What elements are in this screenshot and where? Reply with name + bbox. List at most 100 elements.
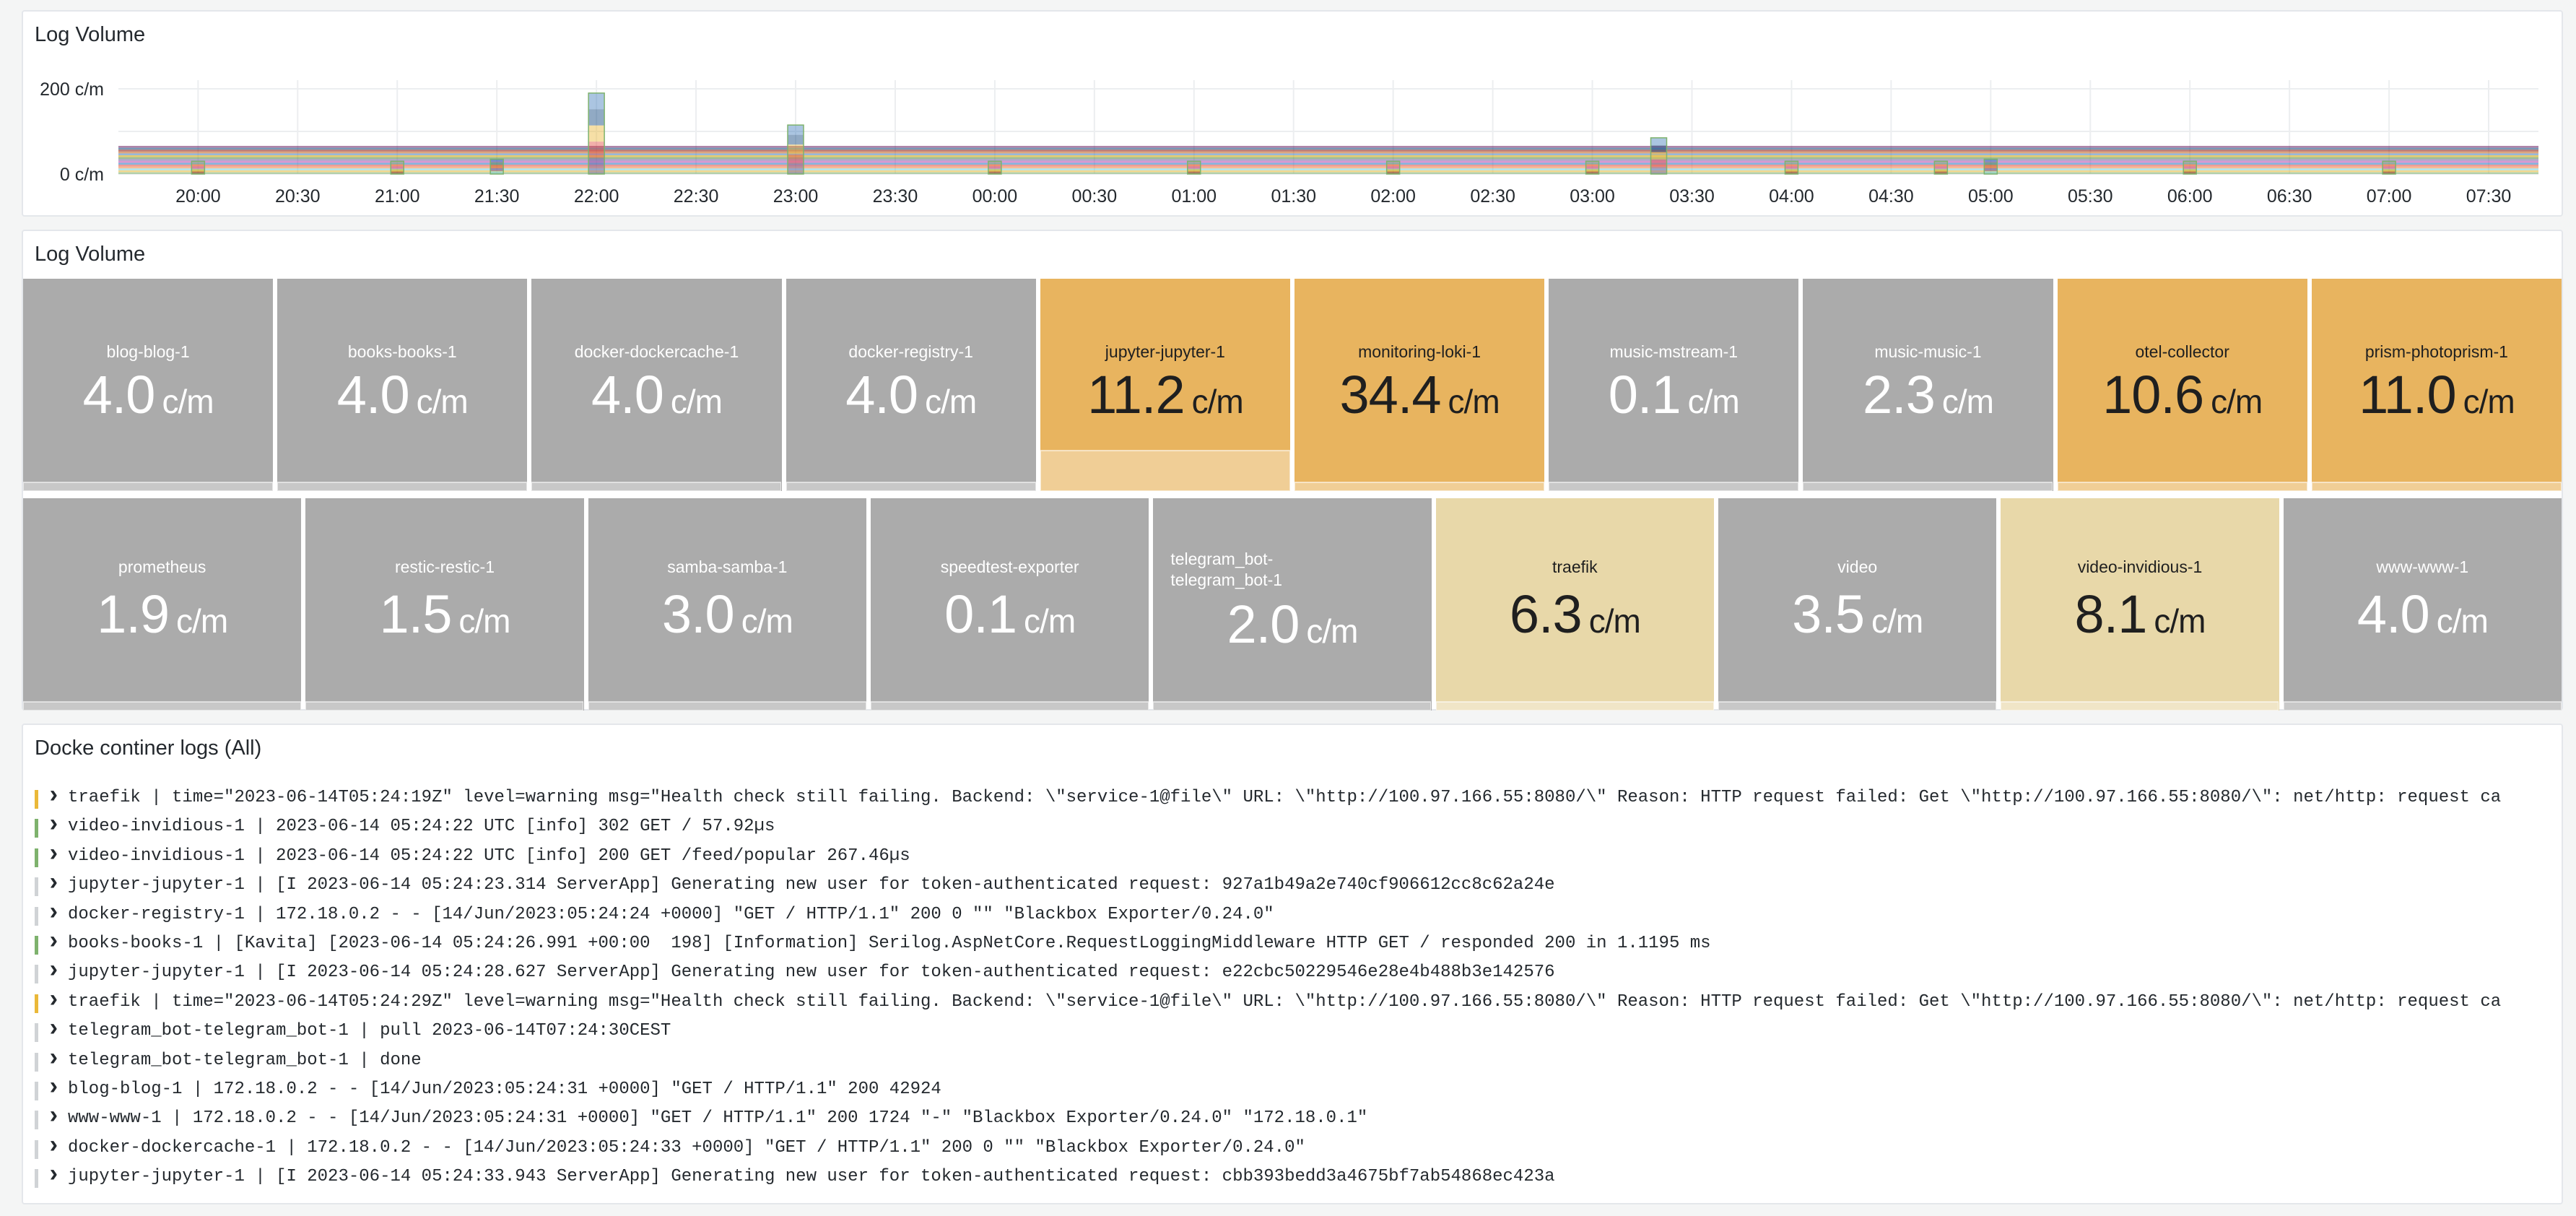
stat-tile[interactable]: otel-collector 10.6 c/m bbox=[2057, 279, 2307, 491]
chevron-right-icon[interactable]: › bbox=[46, 990, 61, 1013]
x-tick-label: 04:30 bbox=[1868, 186, 1914, 207]
series-spike bbox=[588, 92, 605, 175]
stat-value: 2.3 c/m bbox=[1803, 364, 2053, 425]
log-row[interactable]: › video-invidious-1 | 2023-06-14 05:24:22… bbox=[35, 815, 2562, 839]
spike-segment bbox=[588, 157, 605, 174]
stat-label: prism-photoprism-1 bbox=[2364, 342, 2508, 361]
spike-segment bbox=[391, 168, 404, 172]
series-band bbox=[118, 168, 2538, 170]
stat-tile[interactable]: prism-photoprism-1 11.0 c/m bbox=[2311, 279, 2562, 491]
stat-unit: c/m bbox=[1306, 612, 1358, 650]
sparkline-area bbox=[2001, 701, 2279, 711]
spike-segment bbox=[1934, 166, 1948, 169]
stat-tile[interactable]: docker-registry-1 4.0 c/m bbox=[786, 279, 1036, 491]
log-row[interactable]: › video-invidious-1 | 2023-06-14 05:24:22… bbox=[35, 844, 2562, 869]
chevron-right-icon[interactable]: › bbox=[46, 1019, 61, 1042]
sparkline-area bbox=[2057, 482, 2307, 491]
sparkline-area bbox=[786, 482, 1036, 491]
stat-tile[interactable]: blog-blog-1 4.0 c/m bbox=[23, 279, 274, 491]
stat-tile[interactable]: www-www-1 4.0 c/m bbox=[2283, 498, 2562, 711]
sparkline-area bbox=[23, 701, 301, 711]
stat-sparkline bbox=[23, 482, 273, 491]
spike-segment bbox=[988, 168, 1001, 172]
log-row[interactable]: › blog-blog-1 | 172.18.0.2 - - [14/Jun/20… bbox=[35, 1077, 2562, 1102]
stat-value: 8.1 c/m bbox=[2001, 583, 2279, 645]
log-row[interactable]: › docker-registry-1 | 172.18.0.2 - - [14/… bbox=[35, 903, 2562, 927]
stat-number: 3.5 bbox=[1792, 584, 1865, 644]
log-volume-chart[interactable]: 20:00 20:30 21:00 21:30 22:00 22:30 23:00 23:30… bbox=[23, 12, 2562, 215]
x-tick-label: 20:30 bbox=[275, 186, 321, 207]
chevron-right-icon[interactable]: › bbox=[46, 815, 61, 838]
log-row[interactable]: › docker-dockercache-1 | 172.18.0.2 - - [… bbox=[35, 1136, 2562, 1160]
log-row[interactable]: › telegram_bot-telegram_bot-1 | done bbox=[35, 1048, 2562, 1073]
chevron-right-icon[interactable]: › bbox=[46, 844, 61, 867]
log-level-indicator bbox=[35, 1111, 38, 1130]
stat-tile[interactable]: prometheus 1.9 c/m bbox=[23, 498, 302, 711]
stat-sparkline bbox=[786, 482, 1036, 491]
chevron-right-icon[interactable]: › bbox=[46, 1136, 61, 1159]
sparkline-area bbox=[1803, 482, 2053, 491]
log-level-indicator bbox=[35, 994, 38, 1013]
stat-tile[interactable]: speedtest-exporter 0.1 c/m bbox=[871, 498, 1149, 711]
sparkline-area bbox=[1718, 701, 1996, 711]
stat-unit: c/m bbox=[2154, 602, 2206, 640]
stat-sparkline bbox=[871, 701, 1149, 711]
log-line-text: jupyter-jupyter-1 | [I 2023-06-14 05:24:… bbox=[68, 963, 1555, 983]
stat-number: 6.3 bbox=[1509, 584, 1583, 644]
log-row[interactable]: › telegram_bot-telegram_bot-1 | pull 2023… bbox=[35, 1019, 2562, 1043]
stat-tile[interactable]: monitoring-loki-1 34.4 c/m bbox=[1294, 279, 1545, 491]
chevron-right-icon[interactable]: › bbox=[46, 1048, 61, 1072]
stat-tile[interactable]: docker-dockercache-1 4.0 c/m bbox=[531, 279, 782, 491]
stat-sparkline bbox=[531, 482, 782, 491]
stat-tile[interactable]: jupyter-jupyter-1 11.2 c/m bbox=[1040, 279, 1290, 491]
log-row[interactable]: › traefik | time="2023-06-14T05:24:29Z" l… bbox=[35, 990, 2562, 1015]
chevron-right-icon[interactable]: › bbox=[46, 1165, 61, 1188]
stat-number: 4.0 bbox=[591, 365, 664, 425]
container-logs-panel: Docke continer logs (All) › traefik | tim… bbox=[22, 724, 2563, 1204]
log-row[interactable]: › www-www-1 | 172.18.0.2 - - [14/Jun/2023… bbox=[35, 1106, 2562, 1131]
stat-unit: c/m bbox=[2211, 383, 2263, 420]
stat-tile[interactable]: video-invidious-1 8.1 c/m bbox=[2001, 498, 2279, 711]
x-tick-label: 06:30 bbox=[2267, 186, 2312, 207]
stat-tile[interactable]: music-mstream-1 0.1 c/m bbox=[1549, 279, 1799, 491]
stat-value: 4.0 c/m bbox=[277, 364, 527, 425]
log-row[interactable]: › jupyter-jupyter-1 | [I 2023-06-14 05:24… bbox=[35, 960, 2562, 985]
log-level-indicator bbox=[35, 906, 38, 926]
chevron-right-icon[interactable]: › bbox=[46, 931, 61, 955]
stat-tile[interactable]: telegram_bot-telegram_bot-1 2.0 c/m bbox=[1153, 498, 1432, 711]
stat-tile[interactable]: restic-restic-1 1.5 c/m bbox=[305, 498, 584, 711]
series-band bbox=[118, 146, 2538, 148]
stat-label: blog-blog-1 bbox=[106, 342, 190, 361]
chevron-right-icon[interactable]: › bbox=[46, 1106, 61, 1129]
stat-label: www-www-1 bbox=[2376, 557, 2469, 576]
stat-value: 2.0 c/m bbox=[1153, 594, 1431, 655]
log-row[interactable]: › traefik | time="2023-06-14T05:24:19Z" l… bbox=[35, 786, 2562, 810]
log-row[interactable]: › jupyter-jupyter-1 | [I 2023-06-14 05:24… bbox=[35, 1165, 2562, 1189]
chevron-right-icon[interactable]: › bbox=[46, 873, 61, 896]
panel-title[interactable]: Log Volume bbox=[35, 243, 145, 266]
spike-segment bbox=[1984, 162, 1998, 165]
log-row[interactable]: › jupyter-jupyter-1 | [I 2023-06-14 05:24… bbox=[35, 873, 2562, 898]
stat-value: 0.1 c/m bbox=[1549, 364, 1798, 425]
spike-segment bbox=[588, 109, 605, 126]
stat-tile[interactable]: video 3.5 c/m bbox=[1718, 498, 1997, 711]
log-line-text: jupyter-jupyter-1 | [I 2023-06-14 05:24:… bbox=[68, 1167, 1555, 1187]
x-tick-label: 06:00 bbox=[2167, 186, 2213, 207]
panel-title[interactable]: Docke continer logs (All) bbox=[35, 737, 261, 760]
chevron-right-icon[interactable]: › bbox=[46, 786, 61, 809]
stat-value: 4.0 c/m bbox=[2284, 583, 2562, 645]
log-level-indicator bbox=[35, 1052, 38, 1072]
stat-tile[interactable]: books-books-1 4.0 c/m bbox=[277, 279, 528, 491]
stat-tile[interactable]: samba-samba-1 3.0 c/m bbox=[588, 498, 866, 711]
chevron-right-icon[interactable]: › bbox=[46, 960, 61, 983]
stat-unit: c/m bbox=[2436, 602, 2489, 640]
log-line-text: telegram_bot-telegram_bot-1 | pull 2023-… bbox=[68, 1021, 671, 1041]
log-row[interactable]: › books-books-1 | [Kavita] [2023-06-14 05… bbox=[35, 931, 2562, 956]
stat-sparkline bbox=[1435, 701, 1714, 711]
chevron-right-icon[interactable]: › bbox=[46, 903, 61, 926]
chevron-right-icon[interactable]: › bbox=[46, 1077, 61, 1100]
spike-segment bbox=[1934, 163, 1948, 167]
stat-tile[interactable]: music-music-1 2.3 c/m bbox=[1803, 279, 2053, 491]
spike-segment bbox=[2383, 166, 2396, 169]
stat-tile[interactable]: traefik 6.3 c/m bbox=[1435, 498, 1714, 711]
